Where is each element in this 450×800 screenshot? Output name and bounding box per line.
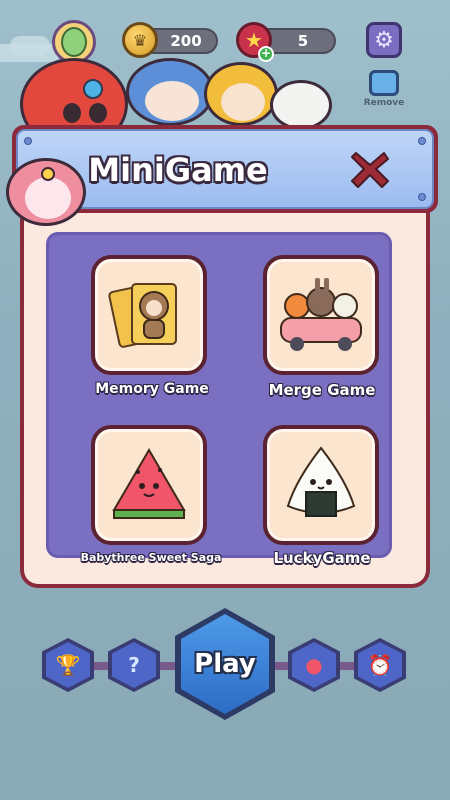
map-icon: ? (128, 653, 140, 677)
coin-count: 200 (170, 32, 202, 50)
map-button[interactable]: ? (108, 638, 160, 692)
play-label: Play (194, 649, 256, 679)
add-stars-button[interactable]: + (258, 46, 274, 62)
duck-mascot (204, 62, 278, 126)
mascot-icon: ● (305, 653, 323, 677)
close-icon (351, 152, 389, 188)
settings-gear-icon[interactable]: ⚙ (366, 22, 402, 58)
merge-game-tile[interactable] (263, 255, 379, 375)
minigame-modal: Memory Game Merge Game Babythree Sweet S… (20, 192, 430, 588)
alarm-clock-icon: ⏰ (367, 653, 393, 677)
game-grid-panel: Memory Game Merge Game Babythree Sweet S… (46, 232, 392, 567)
seal-mascot (270, 80, 332, 130)
remove-ads-button[interactable]: Remove (362, 70, 406, 108)
mascot-button[interactable]: ● (288, 638, 340, 692)
lucky-game-tile[interactable] (263, 425, 379, 545)
memory-game-label: Memory Game (95, 381, 209, 397)
crown-coin-icon: ♛ (122, 22, 158, 58)
shark-mascot (126, 58, 214, 126)
pink-fish-mascot (6, 158, 86, 226)
babythree-sweet-saga-tile[interactable] (91, 425, 207, 545)
star-count: 5 (297, 32, 309, 50)
memory-game-tile[interactable] (91, 255, 207, 375)
play-button[interactable]: Play (175, 608, 275, 720)
merge-game-label: Merge Game (268, 381, 376, 399)
babythree-sweet-saga-label: Babythree Sweet Saga (80, 551, 222, 564)
lucky-game-label: LuckyGame (273, 549, 371, 567)
alarm-clock-button[interactable]: ⏰ (354, 638, 406, 692)
trophy-icon: 🏆 (55, 653, 81, 677)
merge-car-icon (280, 278, 362, 351)
onigiri-icon (286, 446, 356, 517)
close-button[interactable] (344, 143, 396, 195)
memory-cards-icon (108, 283, 177, 348)
watermelon-icon (112, 448, 186, 519)
tv-icon (369, 70, 399, 96)
trophy-button[interactable]: 🏆 (42, 638, 94, 692)
remove-label: Remove (363, 98, 405, 108)
